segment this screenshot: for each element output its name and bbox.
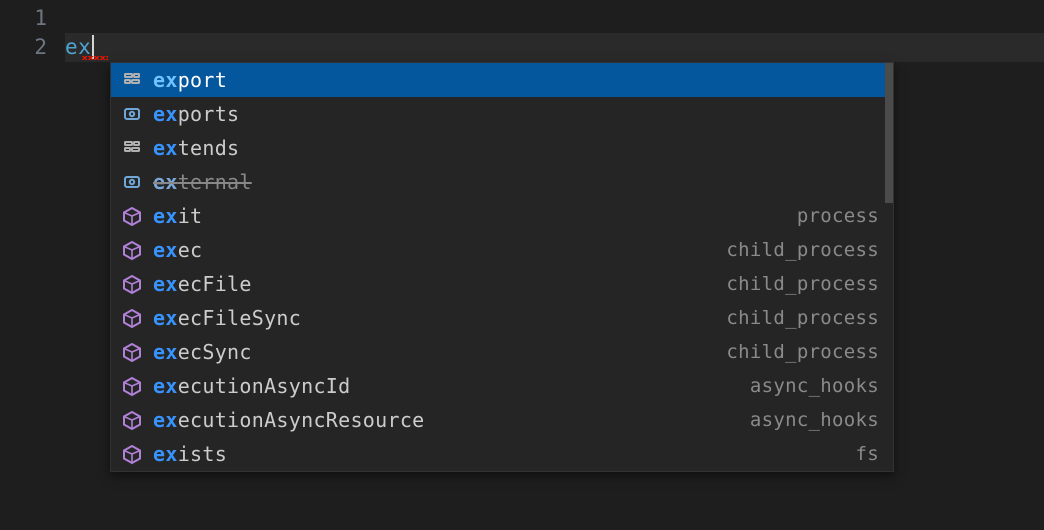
autocomplete-item[interactable]: executionAsyncResource async_hooks <box>111 403 893 437</box>
autocomplete-item-label: execFileSync <box>153 301 301 335</box>
autocomplete-item-detail: child_process <box>726 301 883 335</box>
autocomplete-item-label: external <box>153 165 252 199</box>
scrollbar-thumb[interactable] <box>885 63 893 203</box>
autocomplete-item-label: extends <box>153 131 239 165</box>
autocomplete-item-label: export <box>153 63 227 97</box>
autocomplete-item-label: execSync <box>153 335 252 369</box>
autocomplete-item-label: executionAsyncId <box>153 369 350 403</box>
variable-icon <box>121 103 143 125</box>
autocomplete-item[interactable]: export <box>111 63 893 97</box>
autocomplete-item-label: execFile <box>153 267 252 301</box>
autocomplete-item[interactable]: execFile child_process <box>111 267 893 301</box>
autocomplete-item-label: exit <box>153 199 202 233</box>
method-icon <box>121 307 143 329</box>
autocomplete-popup[interactable]: exportexportsextendsexternalexitprocesse… <box>110 62 894 472</box>
code-line[interactable] <box>65 4 1044 33</box>
text-cursor <box>92 35 94 59</box>
code-line[interactable]: ex <box>65 33 1044 62</box>
method-icon <box>121 273 143 295</box>
method-icon <box>121 375 143 397</box>
variable-icon <box>121 171 143 193</box>
autocomplete-item[interactable]: exit process <box>111 199 893 233</box>
autocomplete-item[interactable]: executionAsyncId async_hooks <box>111 369 893 403</box>
autocomplete-item[interactable]: exec child_process <box>111 233 893 267</box>
autocomplete-item[interactable]: exists fs <box>111 437 893 471</box>
line-number: 2 <box>0 33 47 62</box>
autocomplete-list[interactable]: exportexportsextendsexternalexitprocesse… <box>111 63 893 471</box>
method-icon <box>121 205 143 227</box>
keyword-icon <box>121 69 143 91</box>
line-number-gutter: 1 2 <box>0 0 65 62</box>
autocomplete-scrollbar[interactable] <box>885 63 893 471</box>
autocomplete-item[interactable]: extends <box>111 131 893 165</box>
code-area[interactable]: ex <box>65 0 1044 62</box>
method-icon <box>121 443 143 465</box>
keyword-icon <box>121 137 143 159</box>
autocomplete-item-detail: fs <box>856 437 883 471</box>
autocomplete-item[interactable]: exports <box>111 97 893 131</box>
autocomplete-item[interactable]: execSync child_process <box>111 335 893 369</box>
autocomplete-item[interactable]: external <box>111 165 893 199</box>
code-editor[interactable]: 1 2 ex exportexportsextendsexternalexitp… <box>0 0 1044 62</box>
autocomplete-item-label: exports <box>153 97 239 131</box>
autocomplete-item-detail: child_process <box>726 267 883 301</box>
autocomplete-item-detail: async_hooks <box>750 369 883 403</box>
method-icon <box>121 341 143 363</box>
autocomplete-item-detail: child_process <box>726 233 883 267</box>
typed-text: ex <box>65 33 91 62</box>
autocomplete-item-label: exec <box>153 233 202 267</box>
autocomplete-item-label: executionAsyncResource <box>153 403 425 437</box>
method-icon <box>121 409 143 431</box>
autocomplete-item-detail: async_hooks <box>750 403 883 437</box>
autocomplete-item-label: exists <box>153 437 227 471</box>
method-icon <box>121 239 143 261</box>
autocomplete-item-detail: process <box>797 199 883 233</box>
autocomplete-item-detail: child_process <box>726 335 883 369</box>
autocomplete-item[interactable]: execFileSync child_process <box>111 301 893 335</box>
line-number: 1 <box>0 4 47 33</box>
